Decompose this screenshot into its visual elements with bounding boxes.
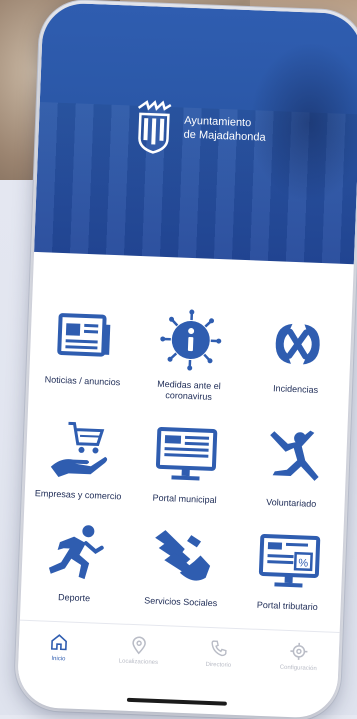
town-name: Ayuntamiento de Majadahonda [183,114,266,145]
tile-portal-tributario[interactable]: % Portal tributario [234,527,344,614]
volunteer-icon [260,425,326,491]
tile-label: Deporte [58,592,90,604]
newspaper-icon [51,303,117,369]
phone-icon [209,638,230,659]
header-banner: Ayuntamiento de Majadahonda [34,2,357,264]
home-icon [49,632,70,653]
tab-label: Configuración [280,665,317,672]
tile-label: Servicios Sociales [144,595,217,609]
tab-directorio[interactable]: Directorio [182,637,255,670]
home-indicator [127,698,227,706]
services-grid: Noticias / anuncios [21,302,352,614]
helping-hands-icon [149,524,215,590]
tab-inicio[interactable]: Inicio [22,631,95,664]
tab-label: Localizaciones [119,658,159,666]
tab-localizaciones[interactable]: Localizaciones [102,634,175,667]
town-logo: Ayuntamiento de Majadahonda [133,98,267,159]
tab-label: Inicio [51,656,65,663]
bottom-tab-bar: Inicio Localizaciones Directorio [17,620,339,702]
coronavirus-info-icon [158,307,224,373]
tile-label: Empresas y comercio [35,488,122,502]
gear-icon [289,641,310,662]
tile-label: Portal tributario [257,600,318,613]
phone-screen: Ayuntamiento de Majadahonda Noticias / a… [17,2,357,719]
tile-incidencias[interactable]: Incidencias [242,310,352,408]
tile-empresas[interactable]: Empresas y comercio [25,416,135,503]
tile-coronavirus[interactable]: Medidas ante el coronavirus [135,306,245,404]
tile-label: Portal municipal [152,493,216,506]
tile-noticias[interactable]: Noticias / anuncios [29,302,139,400]
tile-voluntariado[interactable]: Voluntariado [238,424,348,511]
tile-servicios-sociales[interactable]: Servicios Sociales [127,523,237,610]
tile-deporte[interactable]: Deporte [21,519,131,606]
tax-monitor-icon: % [256,528,322,594]
location-pin-icon [129,635,150,656]
incidencias-icon [264,311,330,377]
monitor-icon [153,421,219,487]
shopping-cart-hand-icon [47,417,113,483]
runner-icon [43,520,109,586]
tab-label: Directorio [205,662,231,669]
town-name-line2: de Majadahonda [183,128,265,145]
tile-label: Medidas ante el coronavirus [140,378,237,404]
tile-label: Voluntariado [266,497,316,510]
tile-portal-municipal[interactable]: Portal municipal [131,420,241,507]
tab-configuracion[interactable]: Configuración [262,640,335,673]
svg-text:%: % [298,557,308,569]
tile-label: Incidencias [273,383,318,396]
tile-label: Noticias / anuncios [44,374,120,388]
crest-icon [133,98,175,155]
